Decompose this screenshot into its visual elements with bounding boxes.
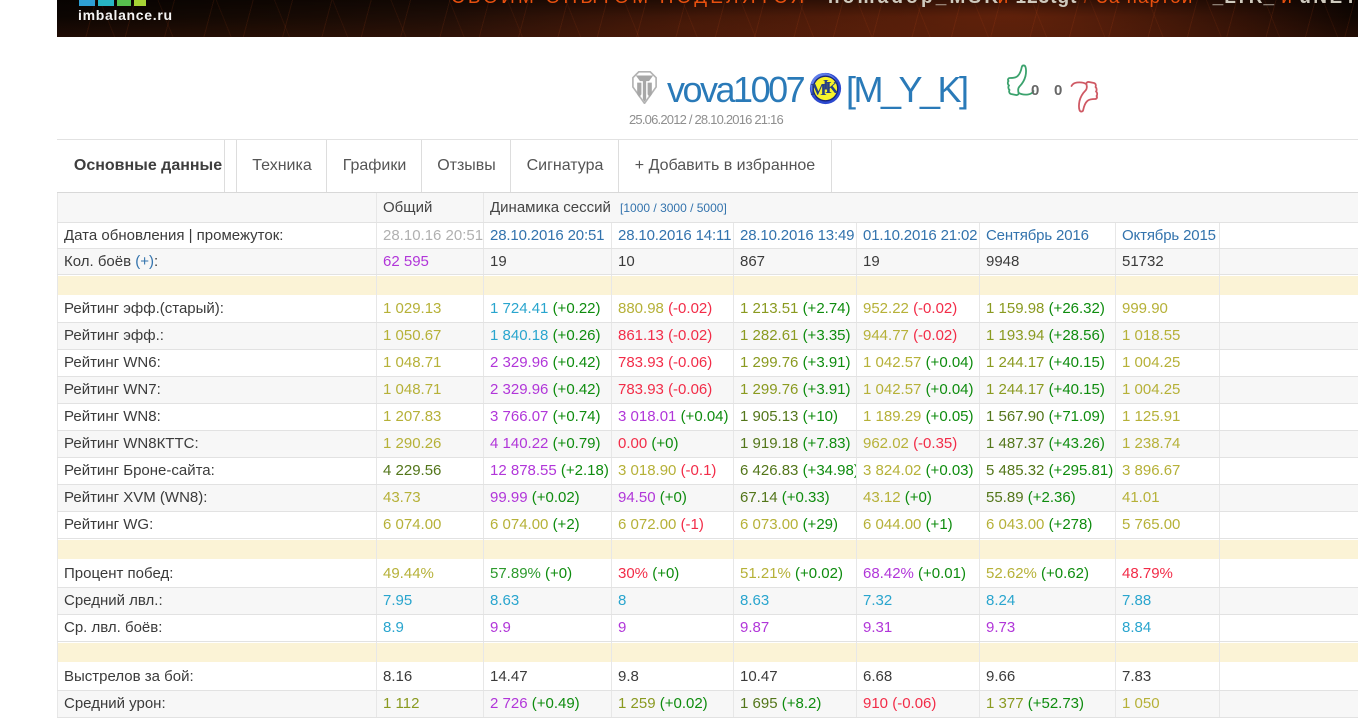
svg-text:I: I [823, 78, 829, 94]
